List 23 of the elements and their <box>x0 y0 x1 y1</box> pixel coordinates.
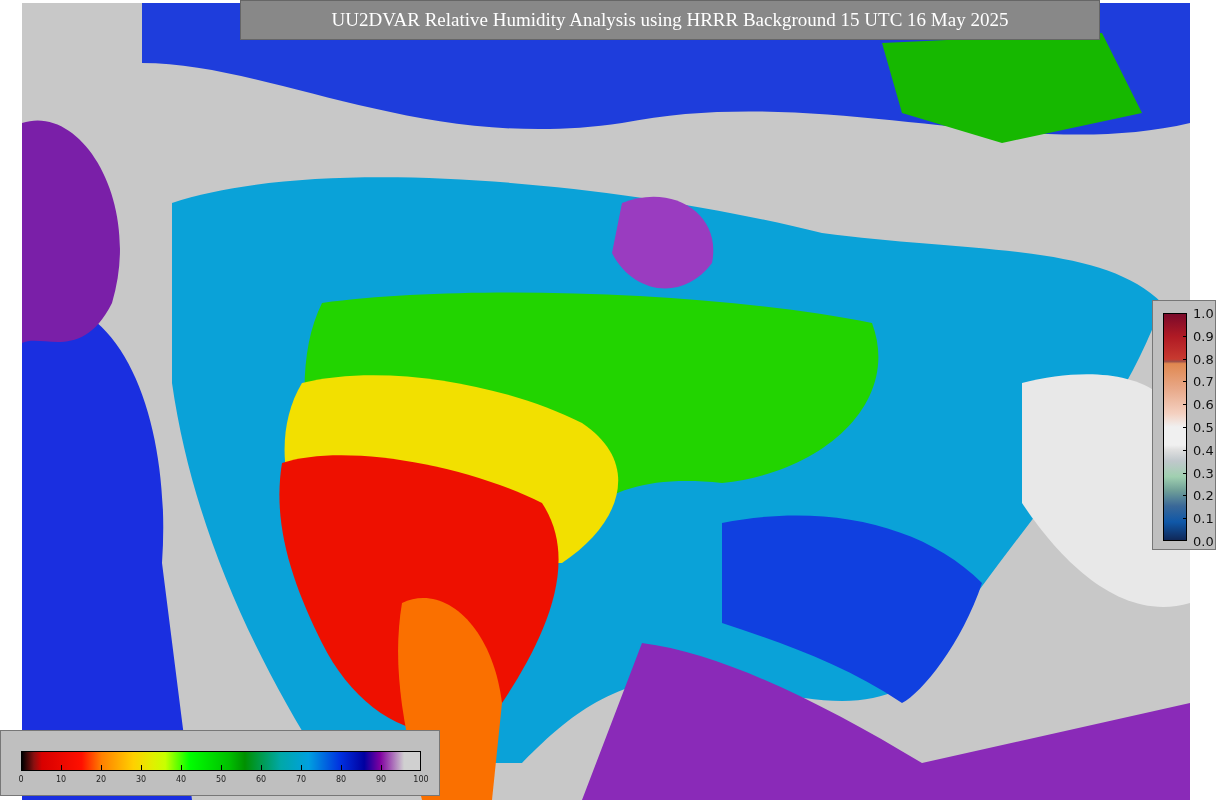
tick-label: 0.9 <box>1193 328 1214 344</box>
tick-label: 0.0 <box>1193 533 1214 549</box>
tick-label: 50 <box>215 775 227 784</box>
tick-label: 60 <box>255 775 267 784</box>
tick-label: 30 <box>135 775 147 784</box>
tick-label: 20 <box>95 775 107 784</box>
tick-label: 80 <box>335 775 347 784</box>
tick-label: 10 <box>55 775 67 784</box>
tick-label: 0.1 <box>1193 510 1214 526</box>
tick-label: 0 <box>18 775 24 784</box>
tick-label: 40 <box>175 775 187 784</box>
tick-label: 0.5 <box>1193 419 1214 435</box>
map-title: UU2DVAR Relative Humidity Analysis using HRRR Background 15 UTC 16 May 2025 <box>240 0 1100 40</box>
tick-label: 1.0 <box>1193 305 1214 321</box>
tick-label: 0.4 <box>1193 442 1214 458</box>
tick-label: 70 <box>295 775 307 784</box>
tick-label: 0.6 <box>1193 396 1214 412</box>
tick-label: 0.8 <box>1193 351 1214 367</box>
tick-label: 0.2 <box>1193 487 1214 503</box>
tick-label: 90 <box>375 775 387 784</box>
tick-label: 0.3 <box>1193 465 1214 481</box>
tick-label: 0.7 <box>1193 373 1214 389</box>
tick-label: 100 <box>413 775 429 784</box>
